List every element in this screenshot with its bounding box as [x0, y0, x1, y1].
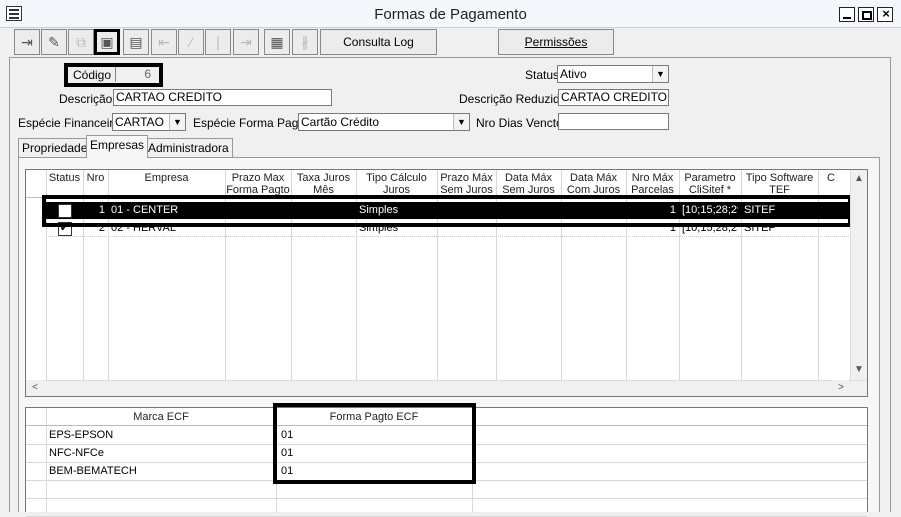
column-header[interactable]: Prazo Max Forma Pagto [225, 172, 291, 196]
copy-button[interactable]: ⧉ [68, 29, 94, 55]
eraser-button[interactable]: ✎ [41, 29, 67, 55]
empresas-grid[interactable]: Status Nro Empresa Prazo Max Forma Pagto Tax… [25, 169, 868, 397]
status-value: Ativo [560, 67, 587, 81]
close-icon: × [882, 6, 890, 21]
marca-ecf-cell[interactable]: BEM-BEMATECH [49, 465, 269, 477]
first-icon: ⇤ [158, 33, 170, 50]
scroll-left-icon[interactable]: < [27, 380, 43, 396]
close-button[interactable]: × [877, 6, 893, 22]
scroll-up-icon[interactable]: ▲ [851, 171, 867, 187]
prev-button[interactable]: ∕ [178, 29, 204, 55]
especie-financeira-select[interactable]: CARTAO ▼ [112, 113, 186, 131]
chevron-down-icon: ▼ [453, 114, 469, 130]
maximize-button[interactable] [858, 7, 874, 22]
last-button[interactable]: ⇥ [233, 29, 259, 55]
delete-icon: ▤ [129, 33, 143, 50]
horizontal-scrollbar[interactable] [26, 380, 867, 396]
column-header[interactable]: C [818, 172, 844, 196]
especie-forma-label: Espécie Forma Pagto [193, 116, 309, 130]
codigo-value: 6 [115, 67, 155, 82]
column-header[interactable]: Nro Máx Parcelas [626, 172, 679, 196]
column-header[interactable]: Data Máx Com Juros [561, 172, 626, 196]
selected-row-highlight [42, 195, 852, 227]
scroll-down-icon[interactable]: ▼ [851, 362, 867, 378]
eraser-icon: ✎ [48, 33, 60, 50]
column-header[interactable]: Parametro CliSitef * [679, 172, 741, 196]
first-button[interactable]: ⇤ [151, 29, 177, 55]
consulta-log-label: Consulta Log [343, 35, 414, 49]
forma-pagto-highlight [273, 403, 476, 484]
marca-ecf-cell[interactable]: EPS-EPSON [49, 429, 269, 441]
vertical-scrollbar[interactable] [850, 170, 867, 380]
report-button[interactable]: ▦ [264, 29, 290, 55]
descricao-reduzida-label: Descrição Reduzida [459, 92, 567, 106]
report-icon: ▦ [270, 33, 284, 50]
permissoes-button[interactable]: Permissões [498, 29, 614, 55]
chevron-down-icon: ▼ [169, 114, 185, 130]
next-button[interactable]: ❘ [205, 29, 231, 55]
column-header[interactable]: Marca ECF [46, 411, 276, 423]
descricao-reduzida-input[interactable]: CARTAO CREDITO [558, 89, 669, 106]
exit-button[interactable]: ⇥ [14, 29, 40, 55]
nro-dias-label: Nro Dias Vencto [476, 116, 563, 130]
nro-dias-input[interactable] [558, 113, 669, 130]
exit-icon: ⇥ [21, 33, 33, 50]
window-title: Formas de Pagamento [374, 6, 527, 23]
tab-administradora[interactable]: Administradora [144, 138, 233, 157]
column-header[interactable]: Data Máx Sem Juros [496, 172, 561, 196]
chevron-down-icon: ▼ [652, 66, 668, 82]
column-header[interactable]: Nro [83, 172, 108, 196]
especie-financeira-value: CARTAO [115, 115, 164, 129]
column-header[interactable]: Taxa Juros Mês [291, 172, 356, 196]
save-icon: ▣ [100, 33, 114, 50]
column-header[interactable]: Prazo Máx Sem Juros [437, 172, 496, 196]
column-header[interactable]: Tipo Software TEF [741, 172, 818, 196]
tab-empresas[interactable]: Empresas [86, 135, 149, 158]
permissoes-label: Permissões [524, 35, 588, 49]
descricao-input[interactable]: CARTAO CREDITO [113, 89, 332, 106]
consulta-log-button[interactable]: Consulta Log [320, 29, 437, 55]
column-header[interactable]: Tipo Cálculo Juros [356, 172, 437, 196]
minimize-button[interactable] [839, 7, 855, 22]
especie-forma-value: Cartão Crédito [301, 115, 380, 129]
copy-icon: ⧉ [76, 33, 86, 50]
column-header[interactable]: Empresa [108, 172, 225, 196]
scroll-right-icon[interactable]: > [833, 380, 849, 396]
descricao-label: Descrição [59, 92, 113, 106]
ecf-grid[interactable]: Marca ECF Forma Pagto ECF EPS-EPSON 01 NFC-N… [25, 403, 868, 517]
especie-financeira-label: Espécie Financeira [18, 116, 121, 130]
filter-button[interactable]: ∦ [292, 29, 318, 55]
column-header[interactable]: Status [46, 172, 83, 196]
filter-icon: ∦ [301, 33, 309, 50]
prev-icon: ∕ [189, 34, 193, 50]
marca-ecf-cell[interactable]: NFC-NFCe [49, 447, 269, 459]
save-button[interactable]: ▣ [94, 29, 120, 55]
delete-button[interactable]: ▤ [123, 29, 149, 55]
grid-divider [26, 498, 867, 499]
codigo-label: Código [73, 68, 112, 82]
status-select[interactable]: Ativo ▼ [557, 65, 669, 83]
status-label: Status [525, 68, 560, 82]
next-icon: ❘ [212, 33, 224, 50]
especie-forma-select[interactable]: Cartão Crédito ▼ [298, 113, 470, 131]
last-icon: ⇥ [240, 33, 252, 50]
